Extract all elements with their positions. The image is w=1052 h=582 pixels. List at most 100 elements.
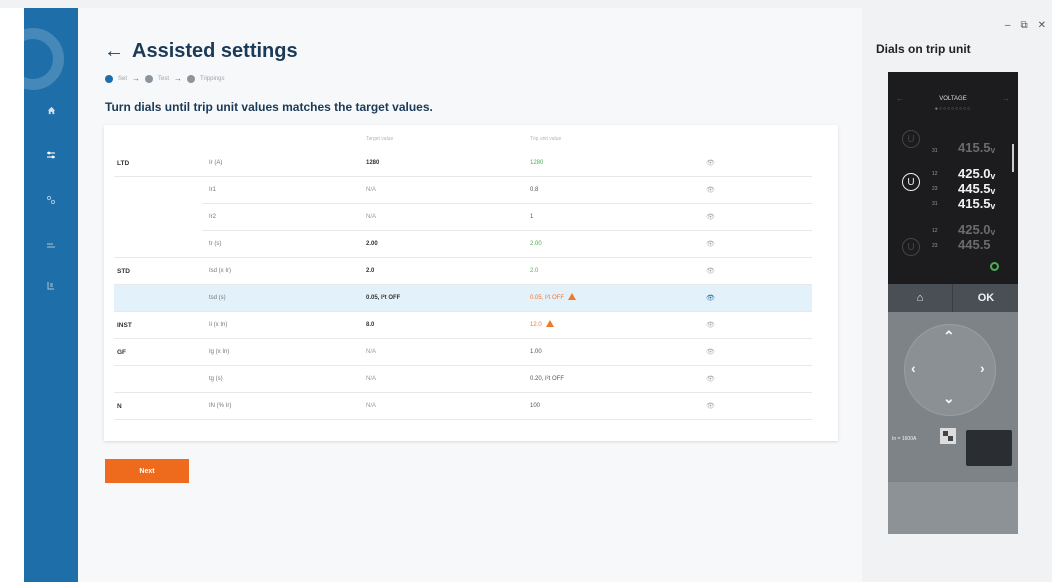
row-sub: 31 bbox=[932, 201, 938, 207]
row-sub: 23 bbox=[932, 186, 938, 192]
param-label: tg (s) bbox=[209, 376, 223, 382]
scrollbar bbox=[1012, 144, 1014, 172]
step-1-label: Set bbox=[118, 75, 128, 82]
page-title: ← Assisted settings bbox=[104, 40, 298, 63]
restore-icon[interactable]: ⧉ bbox=[1020, 20, 1027, 31]
eye-icon[interactable]: 👁 bbox=[706, 231, 715, 258]
group-label: INST bbox=[117, 322, 132, 329]
sliders-icon[interactable] bbox=[24, 145, 78, 165]
right-arrow-icon[interactable]: › bbox=[980, 360, 985, 376]
param-label: Isd (x Ir) bbox=[209, 268, 231, 274]
target-value: N/A bbox=[366, 403, 377, 409]
row-sub: 23 bbox=[932, 243, 938, 249]
trip-unit-device: ← → VOLTAGE ●○○○○○○○○ U 31 415.5ᵥ U 12 4… bbox=[888, 72, 1018, 534]
group-label: GF bbox=[117, 349, 127, 356]
target-value: 1280 bbox=[366, 160, 380, 166]
param-label: tr (s) bbox=[209, 241, 222, 247]
instruction-text: Turn dials until trip unit values matche… bbox=[105, 100, 433, 114]
main-content: ← Assisted settings Set → Test → Trippin… bbox=[78, 8, 862, 582]
target-value: 8.0 bbox=[366, 322, 375, 328]
direction-pad: ⌃ ⌄ ‹ › bbox=[904, 324, 996, 416]
eye-icon[interactable]: 👁 bbox=[706, 150, 715, 177]
target-value: N/A bbox=[366, 214, 377, 220]
reading-value: 415.5ᵥ bbox=[958, 196, 996, 211]
left-arrow-icon[interactable]: ‹ bbox=[911, 360, 916, 376]
group-label: N bbox=[117, 403, 122, 410]
report-icon[interactable] bbox=[24, 275, 78, 295]
eye-icon[interactable]: 👁 bbox=[706, 393, 715, 420]
step-2-icon bbox=[145, 74, 154, 83]
panel-title: Dials on trip unit bbox=[876, 42, 971, 56]
window-controls: – ⧉ ✕ bbox=[1005, 20, 1046, 31]
table-row: Ir2 N/A 1 👁 bbox=[114, 204, 812, 231]
trip-value-header: Trip unit value bbox=[530, 136, 562, 142]
rating-label: In = 1600A bbox=[892, 436, 917, 442]
step-1-icon bbox=[105, 74, 113, 83]
home-icon[interactable] bbox=[24, 100, 78, 120]
table-row-selected[interactable]: tsd (s) 0.05, I²t OFF 0.05, I²t OFF 👁 bbox=[114, 285, 812, 312]
eye-icon[interactable]: 👁 bbox=[706, 312, 715, 339]
minimize-icon[interactable]: – bbox=[1005, 20, 1011, 31]
test-port bbox=[966, 430, 1012, 466]
trip-value: 100 bbox=[530, 403, 541, 409]
target-value: N/A bbox=[366, 376, 377, 382]
table-row: Ir1 N/A 0.8 👁 bbox=[114, 177, 812, 204]
table-row: INST Ii (x In) 8.0 12.0 👁 bbox=[114, 312, 812, 339]
warning-icon bbox=[568, 293, 577, 300]
row-sub: 31 bbox=[932, 148, 938, 154]
param-label: Ii (x In) bbox=[209, 322, 228, 328]
eye-icon[interactable]: 👁 bbox=[706, 177, 715, 204]
trip-value: 0.05, I²t OFF bbox=[530, 295, 565, 301]
param-label: Ir (A) bbox=[209, 160, 223, 166]
step-arrow-icon: → bbox=[132, 74, 141, 83]
close-icon[interactable]: ✕ bbox=[1038, 20, 1046, 31]
target-value: 0.05, I²t OFF bbox=[366, 295, 401, 301]
reading-value: 425.0ᵥ bbox=[958, 222, 996, 237]
trip-value: 1280 bbox=[530, 160, 544, 166]
trip-value: 1 bbox=[530, 214, 534, 220]
connection-icon[interactable] bbox=[24, 190, 78, 210]
target-value: N/A bbox=[366, 187, 377, 193]
trip-value: 2.0 bbox=[530, 268, 539, 274]
page-dots: ●○○○○○○○○ bbox=[934, 106, 972, 112]
next-button[interactable]: Next bbox=[105, 459, 189, 483]
stepper: Set → Test → Trippings bbox=[105, 74, 225, 83]
list-icon[interactable] bbox=[24, 235, 78, 255]
page-title-text: Assisted settings bbox=[132, 40, 298, 62]
group-label: STD bbox=[117, 268, 130, 275]
table-row: tg (s) N/A 0.20, I²t OFF 👁 bbox=[114, 366, 812, 393]
table-row: N IN (% Ir) N/A 100 👁 bbox=[114, 393, 812, 420]
ok-key[interactable]: OK bbox=[954, 284, 1018, 312]
warning-icon bbox=[545, 320, 554, 327]
step-2-label: Test bbox=[158, 75, 170, 82]
eye-icon[interactable]: 👁 bbox=[706, 204, 715, 231]
home-key[interactable]: ⌂ bbox=[888, 284, 953, 312]
eye-icon[interactable]: 👁 bbox=[706, 285, 715, 312]
trip-value-cell: 12.0 bbox=[530, 312, 554, 339]
eye-icon[interactable]: 👁 bbox=[706, 366, 715, 393]
eye-icon[interactable]: 👁 bbox=[706, 258, 715, 285]
bottom-plate bbox=[888, 482, 1018, 534]
reading-value: 445.5 bbox=[958, 237, 991, 252]
step-arrow-icon: → bbox=[174, 74, 183, 83]
trip-unit-panel: – ⧉ ✕ Dials on trip unit ← → VOLTAGE ●○○… bbox=[862, 8, 1052, 582]
trip-value-cell: 0.05, I²t OFF bbox=[530, 285, 577, 312]
sidebar bbox=[24, 8, 78, 582]
row-sub: 12 bbox=[932, 228, 938, 234]
settings-table: Target value Trip unit value LTD Ir (A) … bbox=[104, 125, 838, 441]
reading-value: 425.0ᵥ bbox=[958, 166, 996, 181]
group-label: LTD bbox=[117, 160, 130, 167]
trip-value: 12.0 bbox=[530, 322, 542, 328]
param-label: Ir2 bbox=[209, 214, 217, 220]
param-label: IN (% Ir) bbox=[209, 403, 232, 409]
table-row: LTD Ir (A) 1280 1280 👁 bbox=[114, 150, 812, 177]
eye-icon[interactable]: 👁 bbox=[706, 339, 715, 366]
top-strip bbox=[0, 0, 1052, 8]
down-arrow-icon[interactable]: ⌄ bbox=[943, 390, 955, 407]
device-keys: ⌂ OK bbox=[888, 284, 1018, 312]
up-arrow-icon[interactable]: ⌃ bbox=[943, 328, 955, 345]
target-value: 2.00 bbox=[366, 241, 378, 247]
back-arrow-icon[interactable]: ← bbox=[104, 40, 124, 63]
screen-title: VOLTAGE bbox=[939, 96, 967, 102]
table-row: STD Isd (x Ir) 2.0 2.0 👁 bbox=[114, 258, 812, 285]
